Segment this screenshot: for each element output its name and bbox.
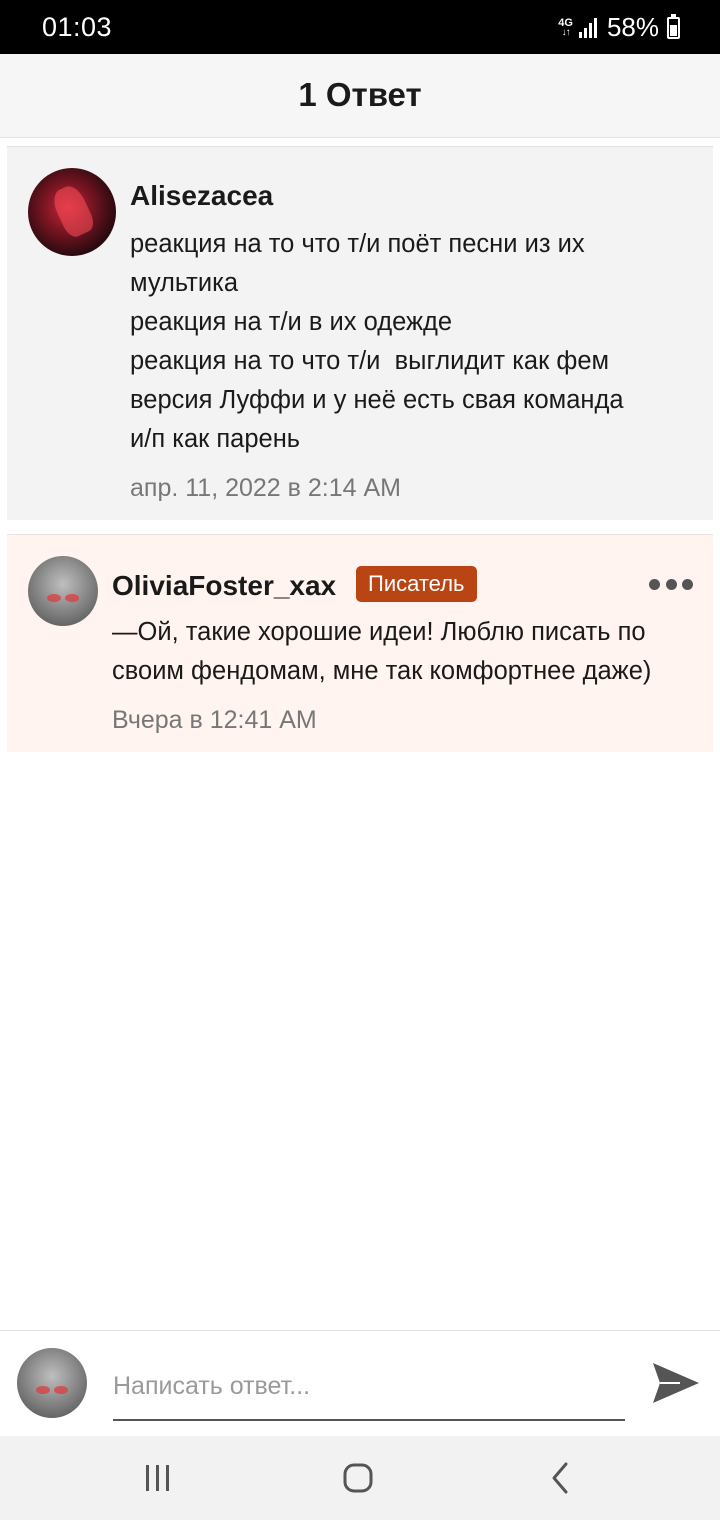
reply: OliviaFoster_xax Писатель —Ой, такие хор… (7, 534, 713, 752)
back-icon[interactable] (538, 1456, 582, 1500)
comment-timestamp: апр. 11, 2022 в 2:14 AM (130, 474, 401, 502)
send-icon[interactable] (650, 1357, 702, 1409)
comment-author[interactable]: Alisezacea (130, 180, 273, 212)
recents-icon[interactable] (136, 1456, 180, 1500)
network-arrows: ↓↑ (561, 26, 571, 38)
comment-line: мультика (130, 269, 239, 297)
comment-line: реакция на то что т/и поёт песни из их (130, 230, 585, 258)
avatar[interactable] (28, 556, 98, 626)
more-dots-icon[interactable] (649, 577, 693, 591)
battery-icon (667, 13, 680, 39)
reply-author[interactable]: OliviaFoster_xax (112, 570, 336, 602)
header: 1 Ответ (0, 54, 720, 138)
signal-icon (578, 17, 597, 38)
comment: Alisezacea реакция на то что т/и поёт пе… (7, 146, 713, 520)
role-badge: Писатель (356, 566, 477, 602)
status-bar: 01:03 4G ↓↑ 58% (0, 0, 720, 54)
home-icon[interactable] (336, 1456, 380, 1500)
reply-bar (0, 1330, 720, 1436)
comment-line: реакция на то что т/и выглидит как фем (130, 347, 610, 375)
reply-body: —Ой, такие хорошие идеи! Люблю писать по… (112, 613, 707, 691)
nav-bar (0, 1436, 720, 1520)
avatar[interactable] (28, 168, 116, 256)
reply-line: своим фендомам, мне так комфортнее даже) (112, 657, 652, 685)
avatar (17, 1348, 87, 1418)
reply-timestamp: Вчера в 12:41 AM (112, 706, 317, 734)
reply-input[interactable] (113, 1353, 625, 1421)
page-title: 1 Ответ (298, 76, 422, 113)
comment-line: и/п как парень (130, 425, 301, 453)
battery-percentage: 58% (606, 12, 659, 42)
network-type: 4G (558, 16, 573, 29)
network-indicator: 4G ↓↑ (558, 16, 573, 38)
comment-line: реакция на т/и в их одежде (130, 308, 453, 336)
comment-line: версия Луффи и у неё есть свая команда (130, 386, 624, 414)
reply-line: —Ой, такие хорошие идеи! Люблю писать по (112, 618, 646, 646)
comment-body: реакция на то что т/и поёт песни из их м… (130, 225, 690, 459)
status-indicators: 4G ↓↑ 58% (558, 12, 680, 43)
status-time: 01:03 (42, 12, 113, 42)
